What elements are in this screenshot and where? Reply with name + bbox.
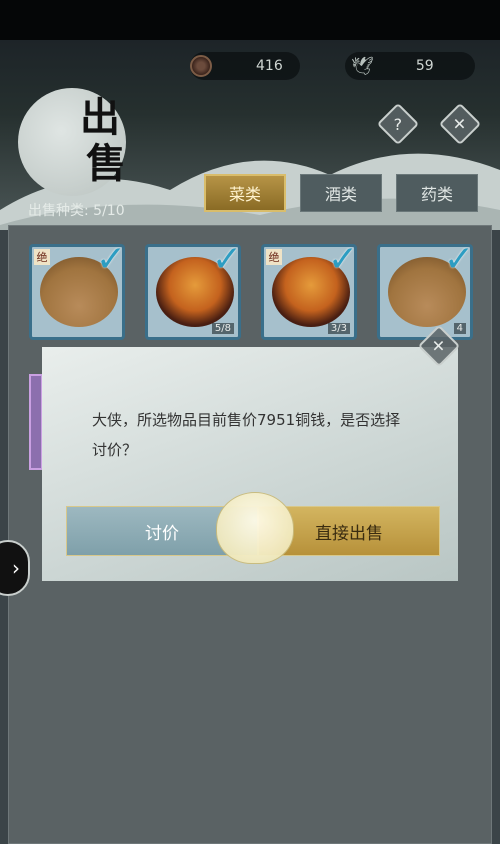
copper-resource: 416 bbox=[190, 52, 300, 80]
header-background: 出 售 416 🕊 59 ? ✕ 出售种类: 5/10 菜类 酒类 药类 bbox=[0, 40, 500, 230]
selected-check-icon: ✓ bbox=[443, 244, 473, 280]
tab-medicine[interactable]: 药类 bbox=[396, 174, 478, 212]
tab-wine[interactable]: 酒类 bbox=[300, 174, 382, 212]
item-slot-5-partial[interactable] bbox=[29, 374, 43, 470]
mascot-character bbox=[216, 492, 294, 564]
rarity-tag: 绝 bbox=[34, 249, 50, 265]
title-char-2: 售 bbox=[86, 140, 126, 187]
selected-check-icon: ✓ bbox=[327, 244, 357, 280]
copper-value: 416 bbox=[256, 58, 283, 74]
help-icon: ? bbox=[393, 114, 403, 134]
close-icon: ✕ bbox=[432, 336, 446, 356]
title-char-1: 出 bbox=[80, 94, 120, 141]
selected-check-icon: ✓ bbox=[211, 244, 241, 280]
copper-coin-icon bbox=[190, 55, 212, 77]
item-slot-1[interactable]: 绝 ✓ bbox=[29, 244, 125, 340]
chevron-right-icon: › bbox=[12, 556, 20, 580]
second-resource: 🕊 59 bbox=[345, 52, 475, 80]
sell-screen: 出 售 416 🕊 59 ? ✕ 出售种类: 5/10 菜类 酒类 药类 绝 ✓… bbox=[0, 40, 500, 844]
rarity-tag: 绝 bbox=[266, 249, 282, 265]
item-count: 4 bbox=[453, 323, 466, 334]
item-slot-4[interactable]: 4 ✓ bbox=[377, 244, 473, 340]
close-icon: ✕ bbox=[453, 114, 467, 134]
sale-count-label: 出售种类: 5/10 bbox=[28, 203, 125, 219]
second-value: 59 bbox=[415, 58, 434, 74]
bird-icon: 🕊 bbox=[351, 55, 374, 77]
status-bar bbox=[0, 0, 500, 40]
item-slot-2[interactable]: 5/8 ✓ bbox=[145, 244, 241, 340]
tab-dishes[interactable]: 菜类 bbox=[204, 174, 286, 212]
dialog-message: 大侠，所选物品目前售价7951铜钱，是否选择讨价？ bbox=[92, 411, 401, 459]
selected-check-icon: ✓ bbox=[95, 244, 125, 280]
item-count: 5/8 bbox=[211, 323, 234, 334]
item-slot-3[interactable]: 绝 3/3 ✓ bbox=[261, 244, 357, 340]
item-count: 3/3 bbox=[327, 323, 350, 334]
